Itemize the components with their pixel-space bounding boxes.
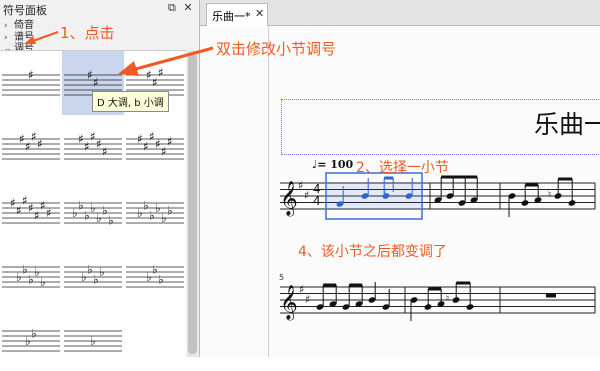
- flat-icon: ♭: [87, 263, 93, 277]
- score-canvas[interactable]: 乐曲一 ♩= 100 5 𝄞 ♯ ♯ 4 4 ♮ ♮ 𝄞 ♯ ♯ ♮: [200, 26, 600, 357]
- key-signature-cell[interactable]: ♯: [0, 51, 62, 115]
- flat-icon: ♭: [108, 214, 114, 228]
- tab-bar: 乐曲一* ✕: [200, 0, 600, 26]
- sharp-icon: ♯: [16, 204, 22, 218]
- key-signature-cell[interactable]: ♯ ♯ ♯ ♯ ♯ ♯: [124, 115, 186, 179]
- sharp-icon: ♯: [102, 145, 108, 159]
- sharp-icon: ♯: [152, 76, 158, 90]
- flat-icon: ♭: [31, 327, 37, 341]
- flat-icon: ♭: [99, 265, 105, 279]
- sharp-icon: ♯: [87, 68, 93, 82]
- sharp-icon: ♯: [90, 130, 96, 144]
- sharp-icon: ♯: [143, 140, 149, 154]
- annotation-step-2: 2、选择一小节: [356, 160, 449, 176]
- flat-icon: ♭: [90, 334, 96, 348]
- key-signature-cell[interactable]: ♭ ♭ ♭ ♭: [62, 243, 124, 307]
- flat-icon: ♭: [22, 263, 28, 277]
- sharp-icon[interactable]: ♯: [299, 283, 304, 296]
- flat-icon: ♭: [16, 270, 22, 284]
- annotation-double-click: 双击修改小节调号: [216, 40, 337, 58]
- flat-icon: ♭: [25, 334, 31, 348]
- flat-icon: ♭: [90, 201, 96, 215]
- sharp-icon: ♯: [161, 145, 167, 159]
- key-tooltip: D 大调, b 小调: [92, 91, 169, 112]
- natural-icon[interactable]: ♮: [446, 294, 449, 304]
- sharp-icon: ♯: [146, 68, 152, 82]
- flat-icon: ♭: [146, 270, 152, 284]
- flat-icon: ♭: [78, 199, 84, 213]
- sharp-icon: ♯: [40, 199, 46, 213]
- sharp-icon: ♯: [10, 196, 16, 210]
- key-signature-cell[interactable]: ♭: [62, 307, 124, 371]
- key-signature-cell[interactable]: ♭ ♭ ♭ ♭ ♭ ♭ ♭: [62, 179, 124, 243]
- sharp-icon[interactable]: ♯: [305, 293, 310, 306]
- flat-icon: ♭: [72, 206, 78, 220]
- flat-icon: ♭: [34, 265, 40, 279]
- sharp-icon: ♯: [46, 206, 52, 220]
- flat-icon: ♭: [155, 201, 161, 215]
- key-signature-cell[interactable]: ♯ ♯ ♯ ♯ ♯: [62, 115, 124, 179]
- sharp-icon: ♯: [37, 137, 43, 151]
- treble-clef-icon[interactable]: 𝄞: [280, 285, 298, 321]
- flat-icon: ♭: [167, 204, 173, 218]
- sharp-icon: ♯: [34, 209, 40, 223]
- sharp-icon: ♯: [158, 66, 164, 80]
- flat-icon: ♭: [161, 211, 167, 225]
- flat-icon: ♭: [84, 209, 90, 223]
- flat-icon: ♭: [102, 204, 108, 218]
- whole-rest[interactable]: [546, 293, 556, 298]
- flat-icon: ♭: [137, 206, 143, 220]
- sharp-icon: ♯: [137, 132, 143, 146]
- close-icon[interactable]: ✕: [255, 7, 264, 20]
- sharp-icon: ♯: [31, 130, 37, 144]
- annotation-step-4: 4、该小节之后都变调了: [298, 244, 447, 260]
- sharp-icon: ♯: [84, 140, 90, 154]
- sharp-icon: ♯: [28, 201, 34, 215]
- scrollbar-thumb[interactable]: [188, 54, 197, 354]
- sharp-icon: ♯: [149, 130, 155, 144]
- annotation-step-1: 1、点击: [60, 24, 115, 42]
- sharp-icon: ♯: [22, 194, 28, 208]
- sharp-icon: ♯: [155, 137, 161, 151]
- flat-icon: ♭: [93, 273, 99, 287]
- sharp-icon: ♯: [25, 140, 31, 154]
- flat-icon: ♭: [152, 263, 158, 277]
- sharp-icon: ♯: [78, 132, 84, 146]
- treble-clef-icon[interactable]: 𝄞: [280, 181, 298, 217]
- key-signature-cell[interactable]: ♭ ♭: [0, 307, 62, 371]
- flat-icon: ♭: [96, 211, 102, 225]
- flat-icon: ♭: [28, 273, 34, 287]
- flat-icon: ♭: [40, 275, 46, 289]
- sharp-icon: ♯: [96, 137, 102, 151]
- key-signature-cell[interactable]: ♯ ♯ ♯ ♯: [0, 115, 62, 179]
- tab-score[interactable]: 乐曲一* ✕: [206, 3, 268, 26]
- natural-icon[interactable]: ♮: [383, 188, 386, 198]
- key-signature-cell[interactable]: ♭ ♭ ♭: [124, 243, 186, 307]
- time-signature-bottom[interactable]: 4: [313, 194, 321, 208]
- sharp-icon: ♯: [19, 132, 25, 146]
- sharp-icon: ♯: [28, 68, 34, 82]
- sharp-icon[interactable]: ♯: [304, 189, 309, 202]
- sharp-icon: ♯: [93, 76, 99, 90]
- symbol-palette: 符号面板 ⧉ ✕ › 倚音 › 谱号 ⌄ 调号 ♯ ♯ ♯ ♯ ♯ ♯ ♯ ♯ ♯ ♯ ♯ ♯ ♯ ♯ ♯ ♯ ♯ ♯ ♯…: [0, 0, 200, 358]
- key-signature-cell[interactable]: ♭ ♭ ♭ ♭ ♭: [0, 243, 62, 307]
- sharp-icon: ♯: [167, 135, 173, 149]
- sharp-icon[interactable]: ♯: [298, 179, 303, 192]
- flat-icon: ♭: [81, 270, 87, 284]
- key-signature-cell[interactable]: ♭ ♭ ♭ ♭ ♭ ♭: [124, 179, 186, 243]
- tab-label: 乐曲一*: [212, 10, 251, 23]
- flat-icon: ♭: [143, 199, 149, 213]
- palette-scrollbar[interactable]: [187, 50, 198, 357]
- flat-icon: ♭: [149, 209, 155, 223]
- key-signature-cell[interactable]: ♯ ♯ ♯ ♯ ♯ ♯ ♯: [0, 179, 62, 243]
- palette-window-controls[interactable]: ⧉ ✕: [168, 1, 195, 15]
- flat-icon: ♭: [158, 273, 164, 287]
- staff-system-2[interactable]: [280, 286, 595, 314]
- natural-icon[interactable]: ♮: [548, 190, 551, 200]
